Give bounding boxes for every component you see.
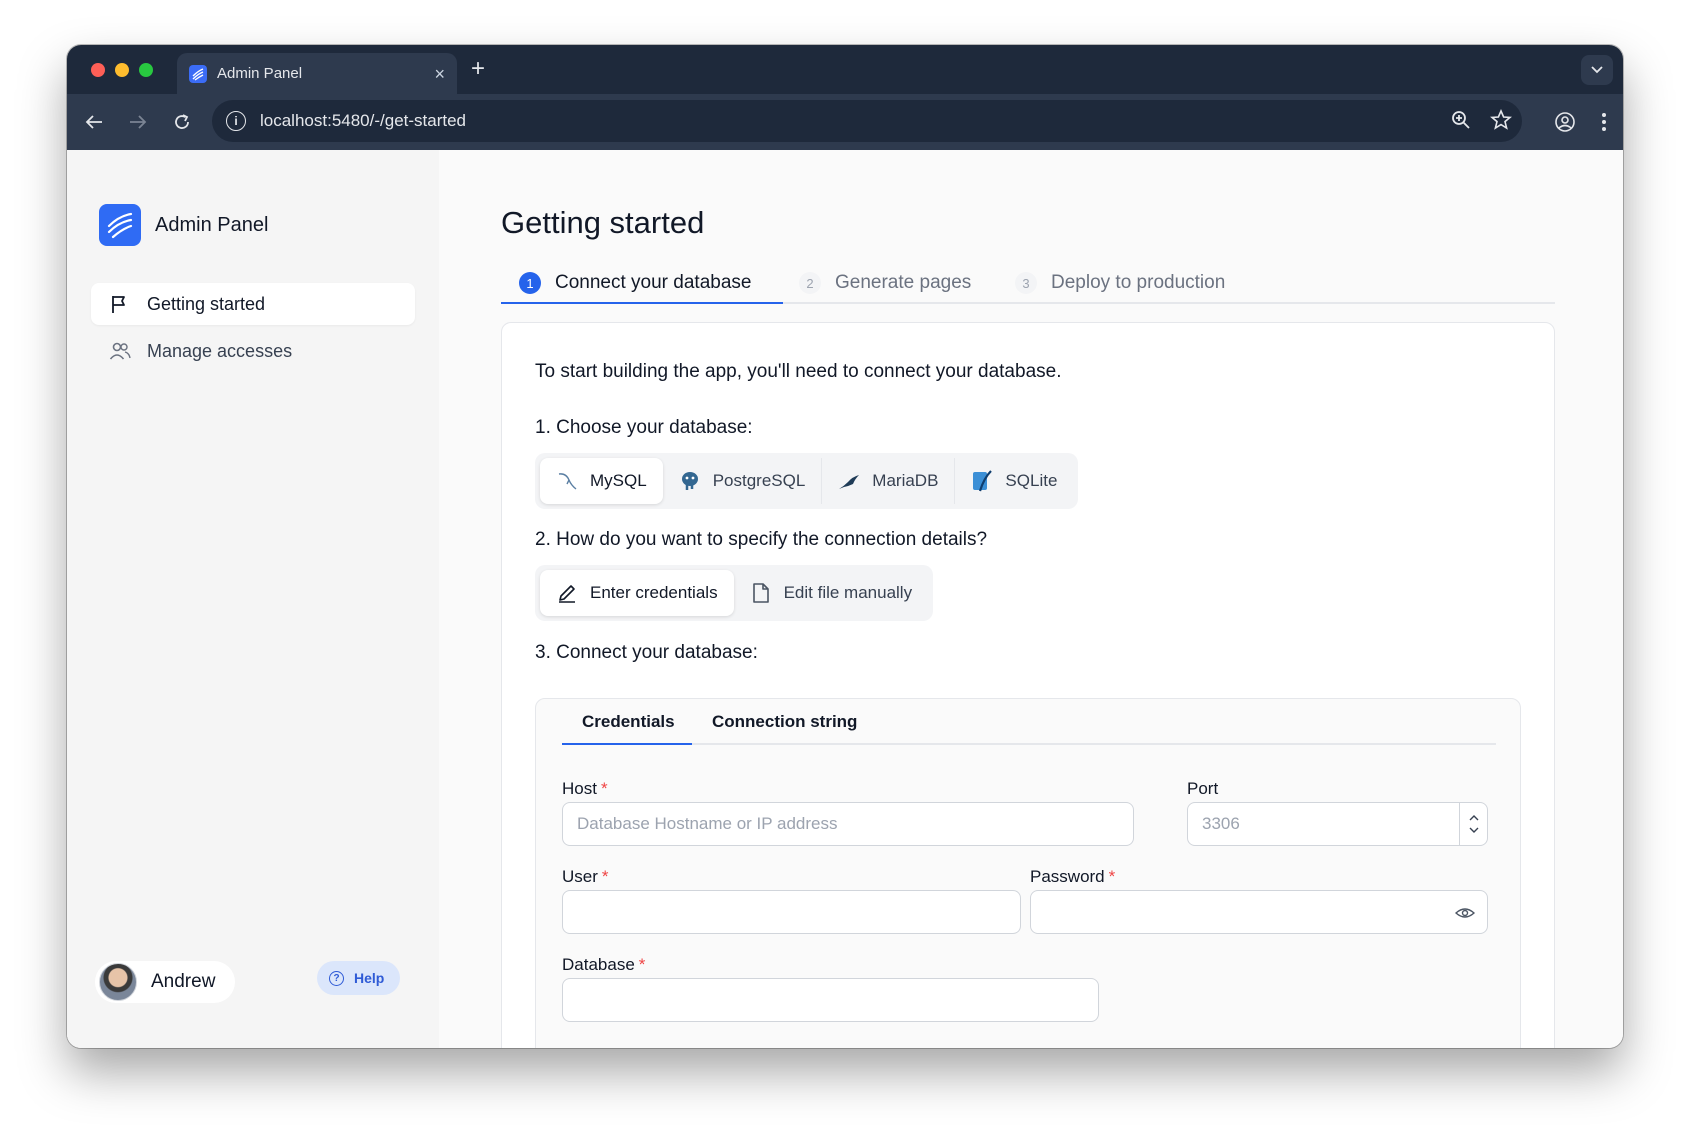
step-connect-database[interactable]: 1 Connect your database	[519, 262, 751, 304]
host-label-text: Host	[562, 779, 597, 798]
db-option-mysql[interactable]: MySQL	[540, 458, 663, 504]
host-label: Host *	[562, 779, 608, 799]
choose-database-label: 1. Choose your database:	[535, 417, 753, 438]
forward-icon[interactable]	[125, 109, 151, 135]
user-input[interactable]	[562, 890, 1021, 934]
pencil-icon	[556, 582, 578, 604]
browser-menu-icon[interactable]	[1591, 109, 1617, 135]
step-label: Connect your database	[555, 272, 752, 293]
connection-method-selector: Enter credentials Edit file manually	[535, 565, 934, 621]
db-option-sqlite[interactable]: SQLite	[955, 458, 1073, 504]
method-edit-file[interactable]: Edit file manually	[734, 570, 929, 616]
step-deploy-production[interactable]: 3 Deploy to production	[1015, 262, 1225, 304]
host-input[interactable]: Database Hostname or IP address	[562, 802, 1134, 846]
url-text: localhost:5480/-/get-started	[260, 111, 467, 130]
chevron-up-icon[interactable]	[1469, 815, 1479, 821]
step-label: Generate pages	[835, 272, 972, 293]
database-label: Database *	[562, 955, 645, 975]
intro-text: To start building the app, you'll need t…	[535, 361, 1062, 382]
mysql-icon	[556, 470, 578, 492]
reload-icon[interactable]	[169, 109, 195, 135]
db-option-mariadb[interactable]: MariaDB	[822, 458, 954, 504]
password-label-text: Password	[1030, 867, 1105, 886]
db-option-postgresql[interactable]: PostgreSQL	[663, 458, 822, 504]
password-input[interactable]	[1030, 890, 1488, 934]
sqlite-icon	[971, 470, 993, 492]
page-viewport: Admin Panel Getting started Manage acces…	[67, 150, 1623, 1048]
method-enter-credentials[interactable]: Enter credentials	[540, 570, 734, 616]
browser-toolbar: i localhost:5480/-/get-started	[67, 94, 1623, 150]
method-label: Edit file manually	[783, 583, 913, 602]
stepper-tabs: 1 Connect your database 2 Generate pages…	[501, 262, 1555, 304]
database-input[interactable]	[562, 978, 1099, 1022]
credentials-panel: Credentials Connection string Host * Data…	[535, 698, 1521, 1048]
close-tab-icon[interactable]: ×	[434, 65, 445, 83]
db-option-label: MariaDB	[872, 471, 939, 490]
required-mark: *	[638, 955, 646, 974]
new-tab-icon[interactable]: +	[471, 57, 485, 81]
tab-connection-string[interactable]: Connection string	[712, 699, 857, 745]
required-mark: *	[600, 779, 608, 798]
user-label-text: User	[562, 867, 598, 886]
mariadb-icon	[838, 470, 860, 492]
port-label: Port	[1187, 779, 1219, 798]
active-tab-indicator	[562, 743, 692, 745]
bookmark-star-icon[interactable]	[1489, 108, 1513, 136]
close-window-button[interactable]	[91, 63, 105, 77]
db-option-label: PostgreSQL	[712, 471, 806, 490]
profile-icon[interactable]	[1552, 109, 1578, 135]
address-bar[interactable]: i localhost:5480/-/get-started	[212, 100, 1522, 142]
method-label: Enter credentials	[590, 583, 718, 602]
browser-tabstrip: Admin Panel × +	[67, 45, 1623, 94]
credentials-tabs: Credentials Connection string	[562, 699, 1496, 745]
database-label-text: Database	[562, 955, 635, 974]
password-label: Password *	[1030, 867, 1115, 887]
postgresql-icon	[679, 470, 701, 492]
db-option-label: SQLite	[1005, 471, 1058, 490]
main-content: Getting started 1 Connect your database …	[67, 150, 1623, 1048]
favicon-icon	[189, 64, 207, 83]
step-number: 2	[799, 272, 821, 294]
tab-credentials[interactable]: Credentials	[582, 699, 675, 745]
setup-card: To start building the app, you'll need t…	[501, 322, 1555, 1048]
chevron-down-icon[interactable]	[1581, 55, 1613, 85]
step-generate-pages[interactable]: 2 Generate pages	[799, 262, 971, 304]
port-stepper[interactable]	[1459, 803, 1487, 845]
required-mark: *	[1108, 867, 1116, 886]
site-info-icon[interactable]: i	[226, 111, 246, 131]
browser-window: Admin Panel × + i localhost:5480/-/get-s…	[67, 45, 1623, 1048]
browser-tab[interactable]: Admin Panel ×	[177, 53, 457, 94]
file-icon	[750, 582, 772, 604]
db-option-label: MySQL	[590, 471, 647, 490]
port-input[interactable]: 3306	[1187, 802, 1488, 846]
user-label: User *	[562, 867, 609, 887]
connect-database-label: 3. Connect your database:	[535, 642, 758, 663]
active-step-indicator	[501, 302, 783, 304]
back-icon[interactable]	[81, 109, 107, 135]
step-number: 1	[519, 272, 541, 294]
connection-method-label: 2. How do you want to specify the connec…	[535, 529, 988, 550]
host-placeholder: Database Hostname or IP address	[577, 814, 838, 833]
zoom-icon[interactable]	[1450, 109, 1472, 136]
chevron-down-icon[interactable]	[1469, 827, 1479, 833]
database-selector: MySQL PostgreSQL MariaDB SQLite	[535, 453, 1079, 509]
step-number: 3	[1015, 272, 1037, 294]
maximize-window-button[interactable]	[139, 63, 153, 77]
step-label: Deploy to production	[1051, 272, 1226, 293]
page-title: Getting started	[501, 205, 705, 240]
eye-icon[interactable]	[1454, 903, 1476, 928]
tab-title: Admin Panel	[217, 65, 303, 82]
minimize-window-button[interactable]	[115, 63, 129, 77]
required-mark: *	[601, 867, 609, 886]
port-placeholder: 3306	[1202, 814, 1240, 833]
